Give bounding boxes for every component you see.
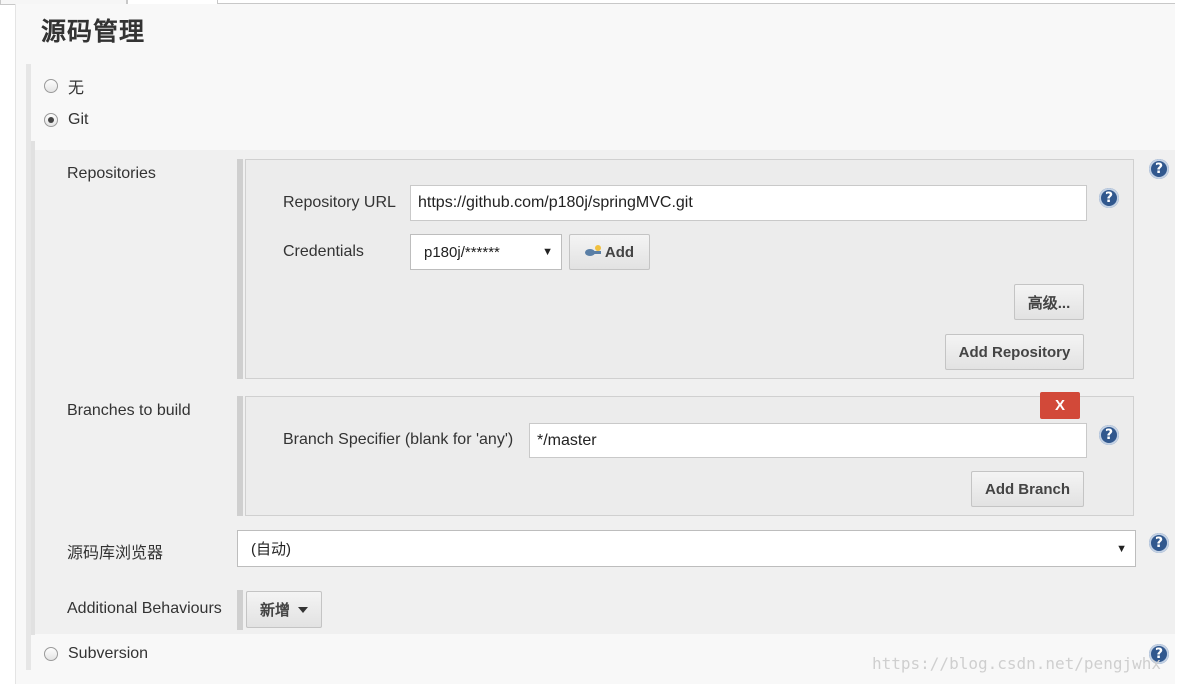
repo-browser-label: 源码库浏览器 bbox=[67, 545, 164, 562]
branch-specifier-input[interactable]: */master bbox=[529, 423, 1087, 458]
branch-specifier-help-icon[interactable]: ? bbox=[1099, 425, 1119, 445]
add-branch-button[interactable]: Add Branch bbox=[971, 471, 1084, 507]
repositories-help-icon[interactable]: ? bbox=[1149, 159, 1169, 179]
repository-url-label: Repository URL bbox=[283, 194, 396, 211]
radio-none-button[interactable] bbox=[44, 79, 58, 93]
radio-none-label: 无 bbox=[68, 80, 85, 97]
add-repository-button[interactable]: Add Repository bbox=[945, 334, 1084, 370]
add-credentials-label: Add bbox=[604, 243, 635, 261]
radio-subversion[interactable]: Subversion bbox=[44, 645, 148, 663]
radio-git[interactable]: Git bbox=[44, 111, 88, 129]
radio-git-button[interactable] bbox=[44, 113, 58, 127]
radio-subversion-button[interactable] bbox=[44, 647, 58, 661]
key-icon bbox=[584, 245, 601, 257]
additional-behaviours-label: Additional Behaviours bbox=[67, 600, 222, 617]
credentials-select[interactable]: p180j/****** ▼ bbox=[410, 234, 562, 270]
repo-browser-help-icon[interactable]: ? bbox=[1149, 533, 1169, 553]
branches-label: Branches to build bbox=[67, 402, 191, 419]
credentials-label: Credentials bbox=[283, 243, 364, 260]
repositories-label: Repositories bbox=[67, 165, 156, 182]
section-title: 源码管理 bbox=[41, 18, 146, 46]
advanced-button[interactable]: 高级... bbox=[1014, 284, 1084, 320]
branches-box-bar bbox=[237, 396, 243, 516]
radio-subversion-label: Subversion bbox=[68, 645, 149, 662]
credentials-selected-value: p180j/****** bbox=[424, 243, 500, 261]
radio-none[interactable]: 无 bbox=[44, 74, 84, 98]
delete-branch-button[interactable]: X bbox=[1040, 392, 1080, 419]
behaviours-box-bar bbox=[237, 590, 243, 630]
repository-url-help-icon[interactable]: ? bbox=[1099, 188, 1119, 208]
branch-specifier-label: Branch Specifier (blank for 'any') bbox=[283, 431, 514, 448]
add-behaviour-label: 新增 bbox=[259, 602, 290, 619]
add-behaviour-button[interactable]: 新增 bbox=[246, 591, 322, 628]
repo-browser-select[interactable]: (自动) ▼ bbox=[237, 530, 1136, 567]
radio-git-label: Git bbox=[68, 111, 89, 128]
repositories-box-bar bbox=[237, 159, 243, 379]
chevron-down-icon: ▼ bbox=[542, 246, 553, 258]
repository-url-input[interactable]: https://github.com/p180j/springMVC.git bbox=[410, 185, 1087, 221]
chevron-down-icon: ▼ bbox=[1116, 542, 1127, 555]
watermark-text: https://blog.csdn.net/pengjwhx bbox=[872, 654, 1161, 673]
caret-down-icon bbox=[298, 606, 308, 613]
repo-browser-selected-value: (自动) bbox=[251, 541, 291, 558]
add-credentials-button[interactable]: Add bbox=[569, 234, 650, 270]
